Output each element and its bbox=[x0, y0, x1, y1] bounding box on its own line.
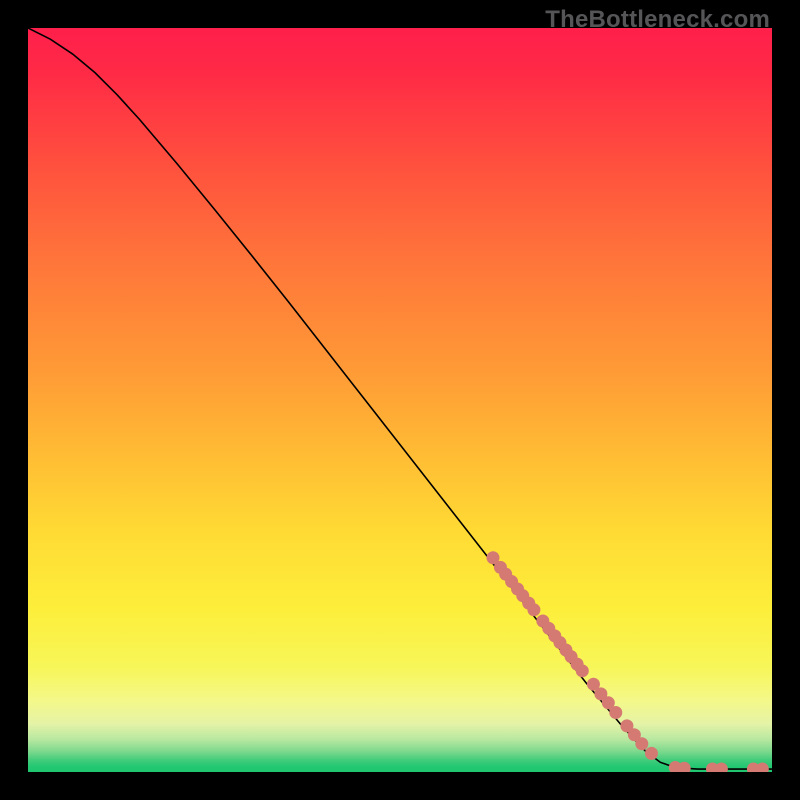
data-marker bbox=[609, 706, 622, 719]
data-marker bbox=[645, 747, 658, 760]
plot-area bbox=[28, 28, 772, 772]
chart-frame: TheBottleneck.com bbox=[0, 0, 800, 800]
watermark-text: TheBottleneck.com bbox=[545, 6, 770, 34]
chart-canvas bbox=[28, 28, 772, 772]
data-marker bbox=[527, 603, 540, 616]
gradient-background bbox=[28, 28, 772, 772]
data-marker bbox=[635, 737, 648, 750]
data-marker bbox=[576, 664, 589, 677]
